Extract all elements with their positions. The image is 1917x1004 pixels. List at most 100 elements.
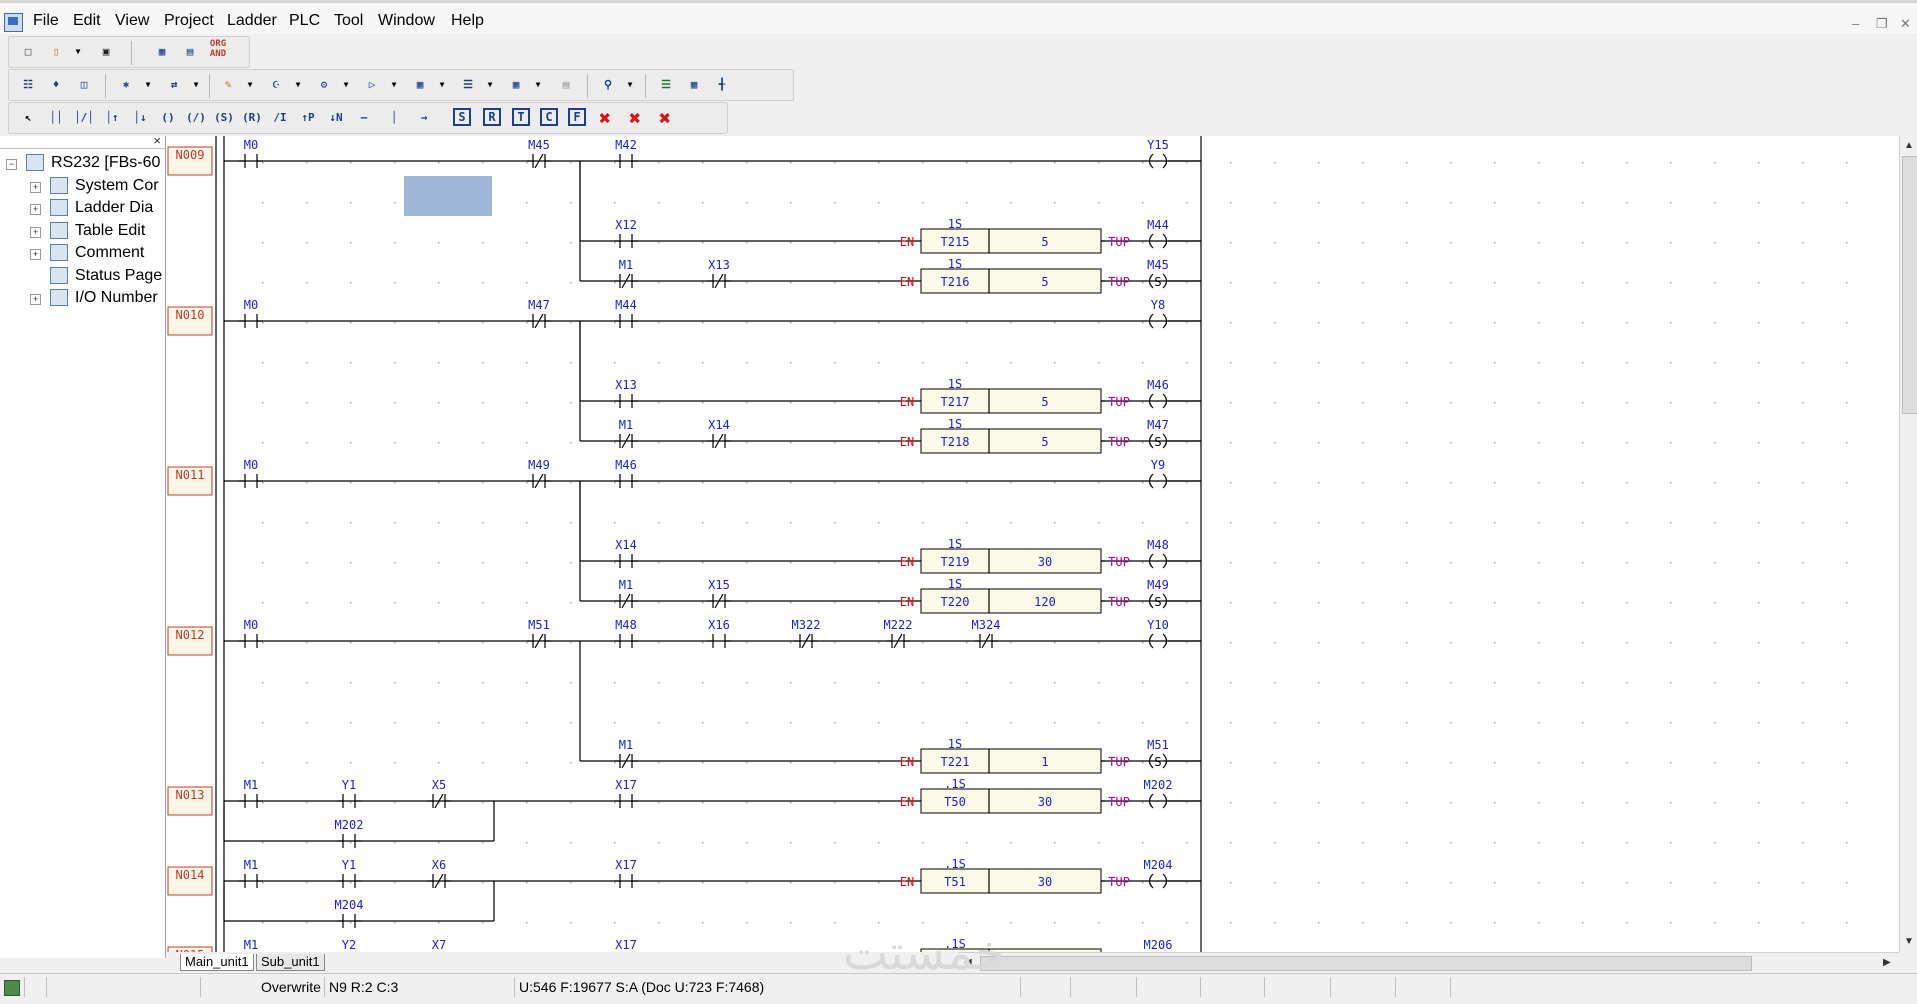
chevron-down-icon[interactable]: ▼ bbox=[625, 74, 635, 96]
chevron-down-icon[interactable]: ▼ bbox=[485, 74, 495, 96]
vertical-scrollbar[interactable]: ▲ ▼ bbox=[1899, 136, 1917, 952]
tree-item-ladder-diagram[interactable]: Ladder Dia bbox=[75, 199, 153, 217]
pulse-n-icon[interactable]: ↓N bbox=[325, 107, 347, 129]
scroll-down-icon[interactable]: ▼ bbox=[1904, 936, 1914, 947]
menu-plc[interactable]: PLC bbox=[289, 12, 320, 30]
find-icon[interactable]: ⎈ bbox=[115, 74, 137, 96]
invert-icon[interactable]: /I bbox=[269, 107, 291, 129]
tab-sub-unit1[interactable]: Sub_unit1 bbox=[256, 954, 325, 971]
menu-window[interactable]: Window bbox=[378, 12, 435, 30]
chevron-down-icon[interactable]: ▼ bbox=[73, 41, 83, 63]
menu-tool[interactable]: Tool bbox=[334, 12, 363, 30]
restore-icon[interactable]: ❐ bbox=[1876, 16, 1888, 32]
grid-dot bbox=[658, 922, 660, 924]
grid-dot bbox=[1494, 842, 1496, 844]
menu-view[interactable]: View bbox=[115, 12, 149, 30]
horizontal-line-icon[interactable]: — bbox=[353, 107, 375, 129]
menu-file[interactable]: File bbox=[33, 12, 59, 30]
grid-dot bbox=[922, 162, 924, 164]
reset-coil-icon[interactable]: (R) bbox=[241, 107, 263, 129]
coil-icon[interactable]: () bbox=[157, 107, 179, 129]
menu-edit[interactable]: Edit bbox=[73, 12, 101, 30]
select-arrow-icon[interactable]: ↖ bbox=[17, 107, 39, 129]
function-box-button[interactable]: F bbox=[568, 108, 586, 126]
tree-item-io-number[interactable]: I/O Number bbox=[75, 289, 158, 307]
horizontal-scrollbar[interactable]: ◀ ▶ bbox=[958, 952, 1899, 973]
nc-contact-icon[interactable]: │/│ bbox=[73, 107, 95, 129]
replace-icon[interactable]: ⇄ bbox=[163, 74, 185, 96]
horizontal-scroll-thumb[interactable] bbox=[980, 956, 1752, 971]
help-icon[interactable]: ╉ bbox=[711, 74, 733, 96]
delete-vertical-icon[interactable]: ✖ bbox=[624, 107, 646, 129]
grid-dot bbox=[1186, 922, 1188, 924]
menu-help[interactable]: Help bbox=[451, 12, 484, 30]
list-icon[interactable]: ☰ bbox=[457, 74, 479, 96]
chevron-down-icon[interactable]: ▼ bbox=[293, 74, 303, 96]
falling-edge-icon[interactable]: │↓ bbox=[129, 107, 151, 129]
tree-root-rs232[interactable]: RS232 [FBs-60 bbox=[51, 154, 160, 172]
pulse-p-icon[interactable]: ↑P bbox=[297, 107, 319, 129]
expand-icon[interactable]: + bbox=[30, 227, 41, 238]
expand-icon[interactable]: + bbox=[30, 182, 41, 193]
chevron-down-icon[interactable]: ▼ bbox=[143, 74, 153, 96]
monitor-icon[interactable]: ☷ bbox=[17, 74, 39, 96]
expand-icon[interactable]: + bbox=[30, 204, 41, 215]
run-icon[interactable]: ▷ bbox=[361, 74, 383, 96]
no-contact-icon[interactable]: ││ bbox=[45, 107, 67, 129]
scroll-up-icon[interactable]: ▲ bbox=[1904, 140, 1914, 151]
reset-box-button[interactable]: R bbox=[483, 108, 501, 126]
ladder-editor[interactable]: N009 M0 M45 M42 Y15 X12 EN 1S T215 5 TUP M44 M1 X13 EN… bbox=[166, 136, 1899, 952]
tree-item-status-page[interactable]: Status Page bbox=[75, 267, 162, 285]
chevron-down-icon[interactable]: ▼ bbox=[437, 74, 447, 96]
calendar-icon[interactable]: ▤ bbox=[555, 74, 577, 96]
scroll-right-icon[interactable]: ▶ bbox=[1883, 957, 1891, 968]
delete-row-icon[interactable]: ✖ bbox=[654, 107, 676, 129]
close-icon[interactable]: ✕ bbox=[1900, 16, 1911, 32]
minimize-icon[interactable]: – bbox=[1852, 16, 1859, 31]
upload-icon[interactable]: ◫ bbox=[73, 74, 95, 96]
table-view-icon[interactable]: ▤ bbox=[179, 41, 201, 63]
chevron-down-icon[interactable]: ▼ bbox=[191, 74, 201, 96]
zoom-icon[interactable]: ⚲ bbox=[597, 74, 619, 96]
vertical-line-icon[interactable]: │ bbox=[383, 107, 405, 129]
ladder-diagram[interactable]: N009M0 M45 M42 Y15X12EN1ST215 5 TUPM44M1 X13EN… bbox=[166, 136, 1899, 952]
chevron-down-icon[interactable]: ▼ bbox=[341, 74, 351, 96]
menu-ladder[interactable]: Ladder bbox=[227, 12, 277, 30]
compile-icon[interactable]: ♦ bbox=[45, 74, 67, 96]
comment-icon[interactable]: ☰ bbox=[655, 74, 677, 96]
tab-main-unit1[interactable]: Main_unit1 bbox=[180, 954, 254, 971]
grid-dot bbox=[1230, 162, 1232, 164]
chevron-down-icon[interactable]: ▼ bbox=[533, 74, 543, 96]
io-icon[interactable]: ▦ bbox=[409, 74, 431, 96]
open-folder-icon[interactable]: ▯ bbox=[45, 41, 67, 63]
save-icon[interactable]: ▣ bbox=[95, 41, 117, 63]
rising-edge-icon[interactable]: │↑ bbox=[101, 107, 123, 129]
delete-icon[interactable]: ✖ bbox=[594, 107, 616, 129]
tree-item-comment[interactable]: Comment bbox=[75, 244, 144, 262]
tree-item-table-edit[interactable]: Table Edit bbox=[75, 222, 145, 240]
vertical-scroll-thumb[interactable] bbox=[1902, 156, 1917, 414]
table-icon[interactable]: ▦ bbox=[505, 74, 527, 96]
expand-icon[interactable]: + bbox=[30, 249, 41, 260]
arrow-right-icon[interactable]: → bbox=[413, 107, 435, 129]
collapse-icon[interactable]: − bbox=[6, 159, 17, 170]
set-box-button[interactable]: S bbox=[453, 108, 471, 126]
tree-item-system-config[interactable]: System Cor bbox=[75, 177, 159, 195]
new-file-icon[interactable]: □ bbox=[17, 41, 39, 63]
set-coil-icon[interactable]: (S) bbox=[213, 107, 235, 129]
grid-icon[interactable]: ▦ bbox=[683, 74, 705, 96]
app-icon[interactable] bbox=[4, 13, 23, 32]
chevron-down-icon[interactable]: ▼ bbox=[389, 74, 399, 96]
timer-box-button[interactable]: T bbox=[512, 108, 530, 126]
org-and-button[interactable]: ORG AND bbox=[207, 39, 229, 61]
not-coil-icon[interactable]: (/) bbox=[185, 107, 207, 129]
close-icon[interactable]: × bbox=[153, 136, 161, 148]
ladder-tool-icon[interactable]: ☪ bbox=[265, 74, 287, 96]
pencil-icon[interactable]: ✎ bbox=[217, 74, 239, 96]
counter-box-button[interactable]: C bbox=[540, 108, 558, 126]
menu-project[interactable]: Project bbox=[164, 12, 214, 30]
chevron-down-icon[interactable]: ▼ bbox=[245, 74, 255, 96]
gear-icon[interactable]: ⚙ bbox=[313, 74, 335, 96]
ladder-view-icon[interactable]: ▦ bbox=[151, 41, 173, 63]
expand-icon[interactable]: + bbox=[30, 294, 41, 305]
